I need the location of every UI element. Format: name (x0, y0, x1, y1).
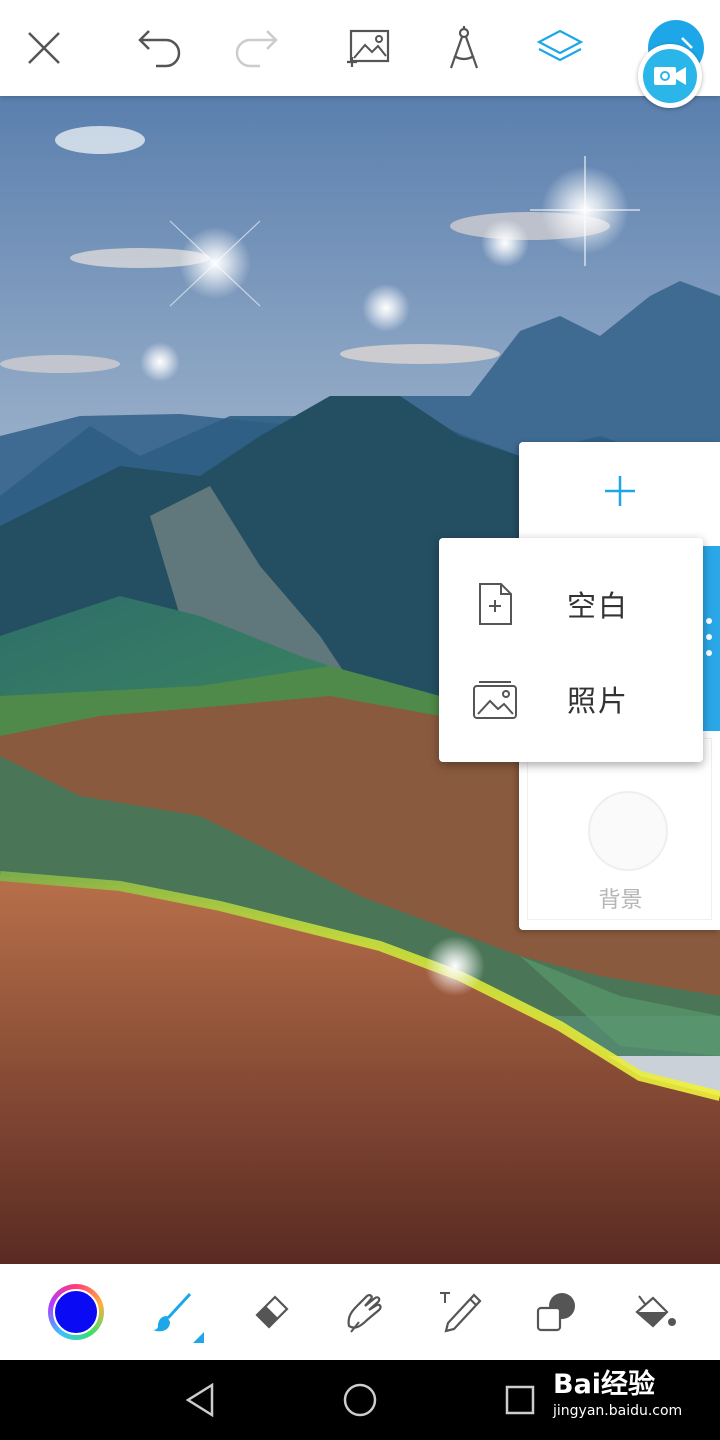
record-video-button[interactable] (638, 44, 702, 108)
drag-handle-icon (706, 618, 712, 656)
back-nav-button[interactable] (176, 1376, 224, 1424)
layers-icon (536, 29, 584, 62)
compass-button[interactable] (440, 24, 488, 72)
smudge-button[interactable] (336, 1284, 392, 1340)
fill-bucket-icon (635, 1295, 676, 1328)
background-layer[interactable]: 背景 (527, 738, 712, 920)
eraser-icon (255, 1295, 289, 1329)
add-photo-button[interactable] (344, 24, 392, 72)
back-triangle-icon (185, 1382, 214, 1418)
drag-handle[interactable] (706, 617, 712, 661)
color-picker-button[interactable] (48, 1284, 104, 1340)
shape-icon (536, 1293, 575, 1332)
bottom-toolbar (0, 1264, 720, 1360)
add-photo-icon (347, 29, 390, 67)
blank-page-icon (469, 578, 521, 630)
text-tool-button[interactable] (432, 1284, 488, 1340)
text-icon (440, 1292, 482, 1333)
watermark-url: jingyan.baidu.com (553, 1403, 683, 1419)
menu-item-photo[interactable]: 照片 (439, 651, 703, 747)
current-color (53, 1289, 99, 1335)
layers-button[interactable] (536, 24, 584, 72)
home-nav-button[interactable] (336, 1376, 384, 1424)
undo-button[interactable] (136, 24, 184, 72)
compass-icon (449, 26, 479, 69)
brush-icon (153, 1292, 192, 1332)
home-circle-icon (343, 1383, 377, 1417)
background-label: 背景 (598, 888, 643, 913)
brush-options-indicator (193, 1332, 204, 1343)
plus-icon (604, 476, 635, 506)
close-icon (28, 32, 60, 64)
add-layer-menu: 空白 照片 (439, 538, 703, 762)
brush-button[interactable] (144, 1284, 200, 1340)
smudge-icon (347, 1294, 382, 1333)
top-toolbar (0, 0, 720, 96)
recents-nav-button[interactable] (496, 1376, 544, 1424)
recents-square-icon (505, 1385, 535, 1415)
add-layer-button[interactable] (519, 442, 720, 540)
redo-icon (235, 30, 278, 68)
watermark-brand: Bai经验 (553, 1369, 656, 1400)
fill-bucket-button[interactable] (626, 1284, 682, 1340)
undo-icon (138, 30, 181, 68)
baidu-jingyan-watermark: Bai经验 jingyan.baidu.com (553, 1362, 715, 1434)
close-button[interactable] (20, 24, 68, 72)
video-camera-icon (654, 67, 686, 85)
menu-label-photo: 照片 (567, 684, 630, 718)
menu-label-blank: 空白 (567, 589, 630, 623)
shape-button[interactable] (528, 1284, 584, 1340)
redo-button[interactable] (232, 24, 280, 72)
photo-icon (469, 673, 521, 725)
menu-item-blank[interactable]: 空白 (439, 556, 703, 652)
background-color-circle (588, 791, 668, 871)
eraser-button[interactable] (242, 1284, 298, 1340)
